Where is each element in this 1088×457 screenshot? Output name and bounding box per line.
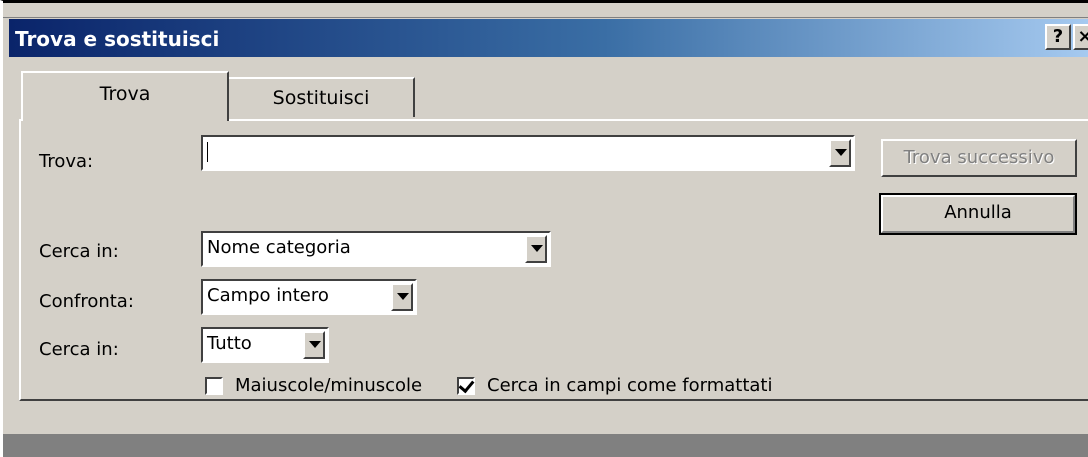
match-case-checkbox[interactable] xyxy=(205,377,223,395)
chevron-down-icon xyxy=(309,341,321,348)
bottom-band xyxy=(3,434,1088,457)
text-caret xyxy=(207,142,208,162)
search-label: Cerca in: xyxy=(39,339,119,360)
chevron-down-icon xyxy=(397,293,409,300)
tabs-area: Sostituisci Trova Trova: Trova successiv… xyxy=(3,57,1088,457)
match-dropdown-button[interactable] xyxy=(391,283,413,311)
find-combobox[interactable] xyxy=(201,135,855,171)
formatted-label[interactable]: Cerca in campi come formattati xyxy=(487,375,772,396)
title-bar[interactable]: Trova e sostituisci ? × xyxy=(9,19,1088,57)
top-strip xyxy=(3,1,1088,18)
find-label: Trova: xyxy=(39,151,94,172)
formatted-checkbox[interactable] xyxy=(457,376,475,395)
top-border-line xyxy=(3,1,1088,3)
checkmark-icon xyxy=(458,376,475,394)
match-label: Confronta: xyxy=(39,291,134,312)
look-in-label: Cerca in: xyxy=(39,241,119,262)
search-dropdown-button[interactable] xyxy=(303,331,325,359)
match-case-label[interactable]: Maiuscole/minuscole xyxy=(235,375,422,396)
match-select[interactable]: Campo intero xyxy=(201,279,417,315)
tab-sostituisci-label: Sostituisci xyxy=(272,87,370,109)
find-replace-dialog: Trova e sostituisci ? × Sostituisci Trov… xyxy=(0,0,1088,457)
help-button[interactable]: ? xyxy=(1045,24,1071,50)
close-button[interactable]: × xyxy=(1073,24,1088,50)
cancel-button-label: Annulla xyxy=(944,202,1012,223)
search-value: Tutto xyxy=(207,333,252,354)
search-select[interactable]: Tutto xyxy=(201,327,329,363)
tab-trova-label: Trova xyxy=(99,83,151,105)
find-next-button[interactable]: Trova successivo xyxy=(881,139,1077,177)
chevron-down-icon xyxy=(531,245,543,252)
match-value: Campo intero xyxy=(207,285,329,306)
look-in-select[interactable]: Nome categoria xyxy=(201,231,551,267)
look-in-value: Nome categoria xyxy=(207,237,351,258)
tab-trova[interactable]: Trova xyxy=(21,71,229,121)
chevron-down-icon xyxy=(835,149,847,156)
window-title: Trova e sostituisci xyxy=(15,27,220,51)
cancel-button[interactable]: Annulla xyxy=(879,193,1077,235)
look-in-dropdown-button[interactable] xyxy=(525,235,547,263)
find-dropdown-button[interactable] xyxy=(829,139,851,167)
tab-sostituisci[interactable]: Sostituisci xyxy=(227,77,415,117)
